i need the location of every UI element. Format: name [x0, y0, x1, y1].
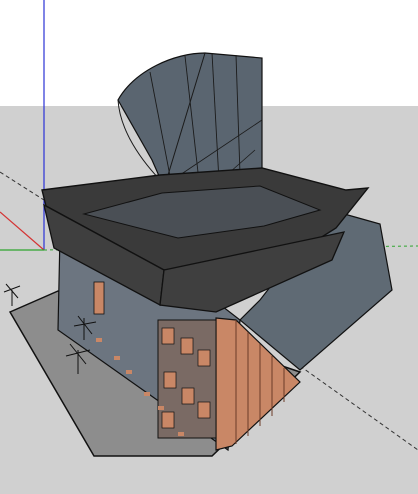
door[interactable]	[93, 281, 105, 315]
model-3d-view[interactable]	[0, 0, 418, 494]
louver-screen[interactable]	[157, 319, 217, 439]
sketchup-viewport[interactable]	[0, 0, 418, 494]
